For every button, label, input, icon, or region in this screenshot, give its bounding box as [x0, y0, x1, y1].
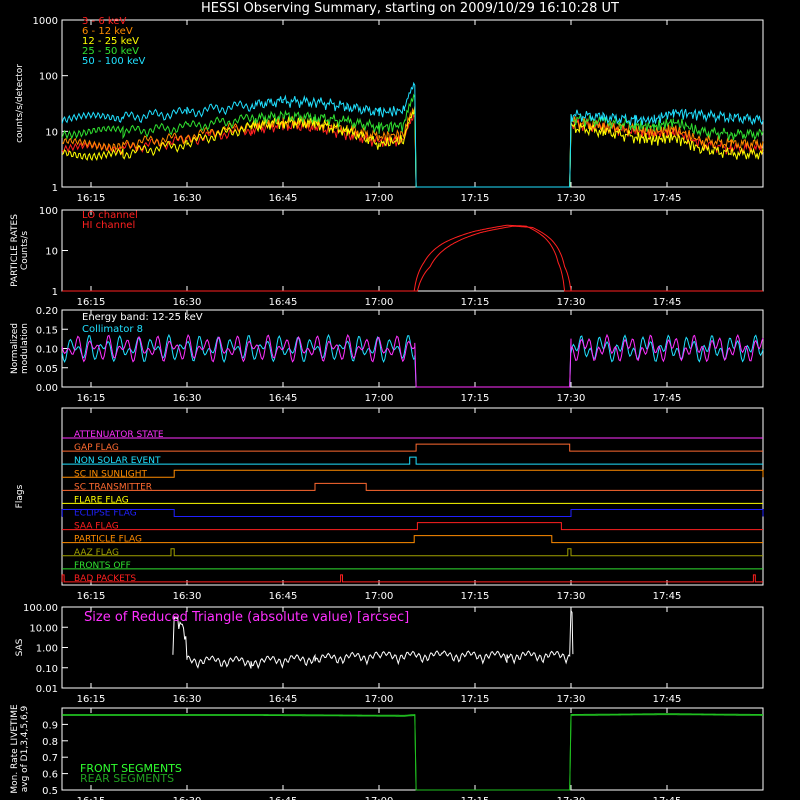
modulation-xtick-label: 17:00	[365, 393, 394, 404]
sas-ytick-label: 100.00	[23, 603, 58, 614]
livetime-ytick-label: 0.7	[42, 753, 58, 764]
livetime-ytick-label: 0.6	[42, 770, 58, 781]
flags-xtick-label: 16:15	[77, 591, 106, 602]
annotation: Energy band: 12-25 keV	[82, 312, 203, 323]
livetime-ytick-label: 0.9	[42, 720, 58, 731]
count_rates-xtick-label: 16:30	[173, 193, 202, 204]
particle_rates-ylabel: PARTICLE RATES	[10, 214, 20, 287]
sas-xtick-label: 17:00	[365, 694, 394, 705]
modulation-xtick-label: 17:15	[461, 393, 490, 404]
modulation-xtick-label: 16:45	[269, 393, 298, 404]
sas-xtick-label: 17:30	[557, 694, 586, 705]
legend-entry: HI channel	[82, 220, 135, 231]
count_rates-xtick-label: 17:00	[365, 193, 394, 204]
sas-ytick-label: 0.10	[36, 664, 58, 675]
annotation: Size of Reduced Triangle (absolute value…	[84, 610, 409, 625]
sas-ytick-label: 10.00	[29, 623, 58, 634]
figure-title: HESSI Observing Summary, starting on 200…	[201, 1, 619, 16]
particle_rates-xtick-label: 17:30	[557, 297, 586, 308]
livetime-xtick-label: 17:45	[653, 796, 682, 800]
legend-entry: Collimator 8	[82, 324, 143, 335]
particle_rates-xtick-label: 17:15	[461, 297, 490, 308]
flags-xtick-label: 16:30	[173, 591, 202, 602]
flags-xtick-label: 17:45	[653, 591, 682, 602]
count_rates-xtick-label: 17:30	[557, 193, 586, 204]
count_rates-xtick-label: 17:15	[461, 193, 490, 204]
particle_rates-xtick-label: 16:45	[269, 297, 298, 308]
sas-ylabel: SAS	[15, 638, 25, 656]
sas-xtick-label: 16:30	[173, 694, 202, 705]
count_rates-xtick-label: 16:15	[77, 193, 106, 204]
count_rates-ytick-label: 100	[39, 72, 58, 83]
particle_rates-ylabel: Counts/s	[20, 231, 30, 270]
particle_rates-xtick-label: 16:15	[77, 297, 106, 308]
livetime-xtick-label: 17:30	[557, 796, 586, 800]
particle_rates-xtick-label: 17:45	[653, 297, 682, 308]
livetime-ylabel: avg of D1,3,4,5,6,9	[20, 705, 30, 792]
count_rates-ylabel: counts/s/detector	[15, 64, 25, 143]
flags-xtick-label: 17:15	[461, 591, 490, 602]
modulation-xtick-label: 17:30	[557, 393, 586, 404]
livetime-ytick-label: 0.5	[42, 786, 58, 797]
sas-ytick-label: 0.01	[36, 684, 58, 695]
livetime-ylabel: Mon. Rate LIVETIME	[10, 704, 20, 794]
flags-xtick-label: 16:45	[269, 591, 298, 602]
sas-ytick-label: 1.00	[36, 644, 58, 655]
count_rates-ytick-label: 10	[45, 127, 58, 138]
sas-xtick-label: 16:15	[77, 694, 106, 705]
count_rates-ytick-label: 1	[52, 183, 58, 194]
modulation-xtick-label: 17:45	[653, 393, 682, 404]
particle_rates-xtick-label: 17:00	[365, 297, 394, 308]
particle_rates-xtick-label: 16:30	[173, 297, 202, 308]
livetime-xtick-label: 17:15	[461, 796, 490, 800]
sas-xtick-label: 16:45	[269, 694, 298, 705]
modulation-ytick-label: 0.15	[36, 325, 58, 336]
sas-xtick-label: 17:45	[653, 694, 682, 705]
particle_rates-ytick-label: 10	[45, 247, 58, 258]
count_rates-ytick-label: 1000	[33, 16, 58, 27]
legend-entry: 50 - 100 keV	[82, 56, 146, 67]
particle_rates-ytick-label: 1	[52, 287, 58, 298]
summary-figure: HESSI Observing Summary, starting on 200…	[0, 0, 800, 800]
flags-ylabel: Flags	[15, 484, 25, 508]
sas-xtick-label: 17:15	[461, 694, 490, 705]
count_rates-xtick-label: 16:45	[269, 193, 298, 204]
flags-xtick-label: 17:00	[365, 591, 394, 602]
modulation-ytick-label: 0.20	[36, 306, 58, 317]
modulation-ytick-label: 0.10	[36, 345, 58, 356]
modulation-ytick-label: 0.00	[36, 383, 58, 394]
modulation-ytick-label: 0.05	[36, 364, 58, 375]
modulation-ylabel: Normalized	[10, 323, 20, 374]
legend-entry: REAR SEGMENTS	[80, 772, 174, 785]
modulation-ylabel: modulation	[20, 323, 30, 374]
livetime-xtick-label: 17:00	[365, 796, 394, 800]
count_rates-xtick-label: 17:45	[653, 193, 682, 204]
livetime-xtick-label: 16:45	[269, 796, 298, 800]
livetime-xtick-label: 16:15	[77, 796, 106, 800]
livetime-xtick-label: 16:30	[173, 796, 202, 800]
flags-xtick-label: 17:30	[557, 591, 586, 602]
livetime-ytick-label: 0.8	[42, 737, 58, 748]
modulation-xtick-label: 16:30	[173, 393, 202, 404]
particle_rates-ytick-label: 100	[39, 206, 58, 217]
modulation-xtick-label: 16:15	[77, 393, 106, 404]
